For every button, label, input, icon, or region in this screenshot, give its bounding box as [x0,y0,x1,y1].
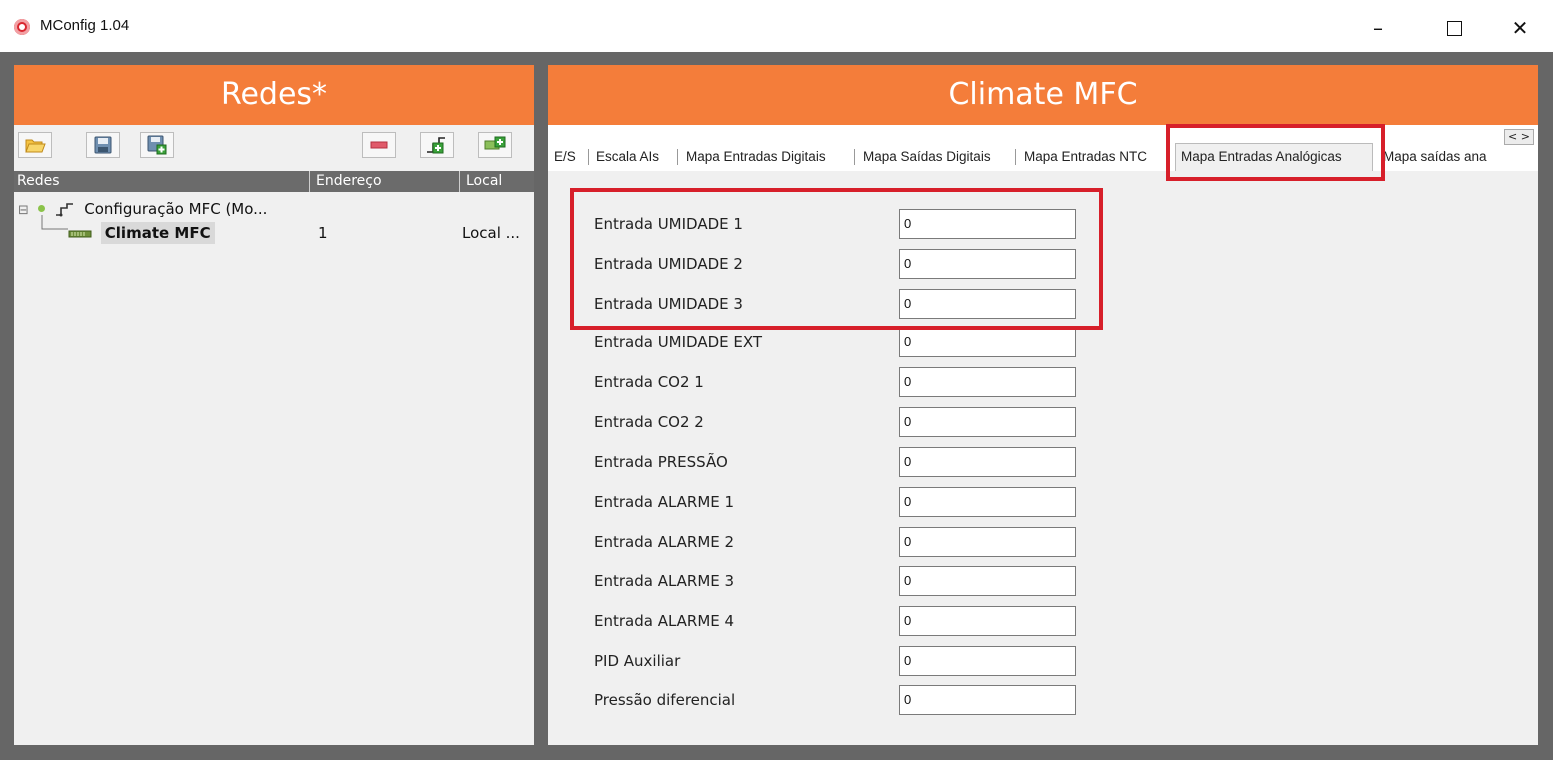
field-input-pid-auxiliar[interactable]: 0 [899,646,1076,676]
device-panel: Climate MFC E/S Escala AIs Mapa Entradas… [548,65,1538,745]
tab-mapa-entradas-analogicas[interactable]: Mapa Entradas Analógicas [1181,147,1342,167]
networks-panel: Redes* Redes Endereço Local ⊟ Configuraç… [14,65,534,745]
device-panel-title: Climate MFC [548,65,1538,125]
column-divider[interactable] [459,171,460,192]
remove-button[interactable] [362,132,396,158]
network-label: Configuração MFC (Mo... [84,200,268,218]
app-logo-icon [14,19,30,35]
minimize-button[interactable]: – [1356,12,1400,44]
field-label-umidade-1: Entrada UMIDADE 1 [594,215,743,233]
tab-mapa-saidas-digitais[interactable]: Mapa Saídas Digitais [863,147,991,167]
title-bar: MConfig 1.04 – ✕ [0,0,1553,52]
save-as-button[interactable] [140,132,174,158]
field-input-alarme-3[interactable]: 0 [899,566,1076,596]
field-label-alarme-1: Entrada ALARME 1 [594,493,735,511]
networks-toolbar [14,125,534,167]
tab-divider [854,149,855,165]
main-frame: Redes* Redes Endereço Local ⊟ Configuraç… [0,52,1553,760]
field-input-umidade-3[interactable]: 0 [899,289,1076,319]
tab-mapa-entradas-ntc[interactable]: Mapa Entradas NTC [1024,147,1147,167]
field-label-alarme-3: Entrada ALARME 3 [594,572,735,590]
field-input-pressao[interactable]: 0 [899,447,1076,477]
networks-panel-title: Redes* [14,65,534,125]
tab-divider [588,149,589,165]
add-network-button[interactable] [420,132,454,158]
save-as-icon [147,135,167,155]
status-dot-icon [37,205,45,212]
field-label-co2-1: Entrada CO2 1 [594,373,704,391]
maximize-button[interactable] [1432,12,1476,44]
column-divider[interactable] [309,171,310,192]
field-input-alarme-4[interactable]: 0 [899,606,1076,636]
tab-divider [1015,149,1016,165]
open-button[interactable] [18,132,52,158]
collapse-icon[interactable]: ⊟ [18,203,29,218]
device-label: Climate MFC [100,222,215,244]
column-local[interactable]: Local [466,172,502,191]
field-input-co2-1[interactable]: 0 [899,367,1076,397]
field-label-pressao: Entrada PRESSÃO [594,453,728,471]
field-input-umidade-ext[interactable]: 0 [899,327,1076,357]
tree-column-header: Redes Endereço Local [14,171,534,192]
remove-icon [370,141,388,149]
column-redes[interactable]: Redes [17,172,60,191]
field-input-alarme-2[interactable]: 0 [899,527,1076,557]
field-input-umidade-1[interactable]: 0 [899,209,1076,239]
add-network-icon [427,137,445,154]
analog-inputs-form: Entrada UMIDADE 1 0 Entrada UMIDADE 2 0 … [548,171,1538,745]
tab-mapa-saidas-analogicas[interactable]: Mapa saídas ana [1383,147,1501,167]
field-input-umidade-2[interactable]: 0 [899,249,1076,279]
device-icon [68,230,92,237]
add-device-button[interactable] [478,132,512,158]
window-title: MConfig 1.04 [40,17,130,34]
save-button[interactable] [86,132,120,158]
device-address: 1 [318,224,328,242]
field-label-umidade-2: Entrada UMIDADE 2 [594,255,743,273]
folder-open-icon [25,139,46,153]
field-input-pressao-diferencial[interactable]: 0 [899,685,1076,715]
tab-escala-ais[interactable]: Escala AIs [596,147,659,167]
field-label-umidade-3: Entrada UMIDADE 3 [594,295,743,313]
field-label-co2-2: Entrada CO2 2 [594,413,704,431]
field-label-alarme-2: Entrada ALARME 2 [594,533,735,551]
field-label-umidade-ext: Entrada UMIDADE EXT [594,333,763,351]
tab-strip: E/S Escala AIs Mapa Entradas Digitais Ma… [548,125,1538,171]
tab-es[interactable]: E/S [554,147,576,167]
field-input-alarme-1[interactable]: 0 [899,487,1076,517]
tab-mapa-entradas-digitais[interactable]: Mapa Entradas Digitais [686,147,826,167]
close-button[interactable]: ✕ [1498,12,1542,44]
field-label-pressao-diferencial: Pressão diferencial [594,691,736,709]
tab-scroll-arrows[interactable]: < > [1504,129,1534,145]
device-local: Local ... [462,224,520,242]
save-icon [94,136,112,154]
field-label-alarme-4: Entrada ALARME 4 [594,612,735,630]
add-device-icon [484,136,506,150]
field-label-pid-auxiliar: PID Auxiliar [594,652,681,670]
field-input-co2-2[interactable]: 0 [899,407,1076,437]
tab-divider [677,149,678,165]
tree-connector [41,215,68,230]
maximize-icon [1446,20,1462,36]
tree-device-row[interactable]: Climate MFC [68,221,215,245]
column-endereco[interactable]: Endereço [316,172,382,191]
